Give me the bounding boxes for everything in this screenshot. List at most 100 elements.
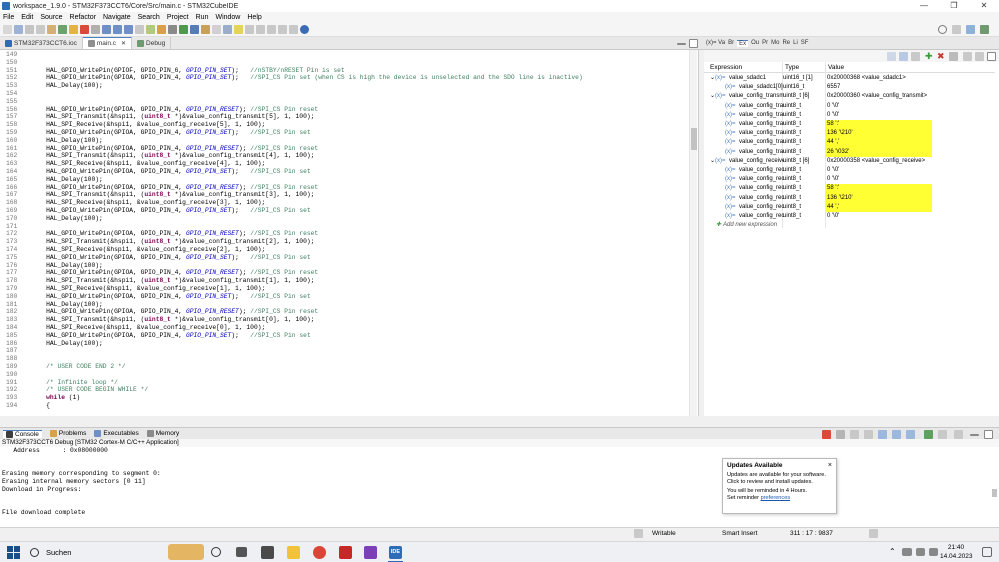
tab-problems[interactable]: Problems: [49, 430, 86, 437]
menu-run[interactable]: Run: [196, 14, 209, 21]
minimize-view-icon[interactable]: [975, 52, 984, 61]
expression-value[interactable]: 0x20000368 <value_sdadc1>: [826, 74, 986, 83]
expression-row[interactable]: (x)=value_config_transmit[3]uint8_t 136 '…: [704, 129, 995, 139]
expression-value[interactable]: 6557: [826, 83, 986, 92]
status-progress-icon[interactable]: [869, 529, 878, 538]
expression-row[interactable]: (x)= value_sdadc1[0] uint16_t 6557: [704, 83, 995, 92]
expression-row[interactable]: ⌄(x)= value_sdadc1 uint16_t [1] 0x20000368 …: [704, 74, 995, 83]
volume-icon[interactable]: [916, 548, 925, 556]
expression-row[interactable]: (x)=value_config_transmit[5]uint8_t 26 '\…: [704, 147, 995, 157]
console-clear-icon[interactable]: [850, 430, 859, 439]
expression-value[interactable]: 136 '\210': [826, 193, 932, 203]
code-editor[interactable]: 149 150 151 HAL_GPIO_WritePin(GPIOF, GPIO_…: [0, 50, 699, 416]
back-icon[interactable]: [267, 25, 276, 34]
tab-debug[interactable]: Debug: [132, 37, 172, 49]
tab-expressions[interactable]: Ex: [737, 39, 749, 47]
expression-row[interactable]: (x)=value_config_receive[4]uint8_t 44 ',': [704, 202, 995, 212]
expression-value[interactable]: 58 ':': [826, 184, 932, 194]
display-console-icon[interactable]: [924, 430, 933, 439]
tab-outline[interactable]: Ou: [751, 40, 759, 46]
maximize-button[interactable]: ❐: [939, 0, 969, 12]
expression-value[interactable]: 136 '\210': [826, 129, 932, 139]
instruction-step-icon[interactable]: [146, 25, 155, 34]
expression-row[interactable]: (x)=value_config_transmit[0]uint8_t 0 '\0…: [704, 102, 995, 111]
expression-row[interactable]: (x)=value_config_transmit[1]uint8_t 0 '\0…: [704, 111, 995, 120]
expression-row[interactable]: (x)=value_config_receive[5]uint8_t 0 '\0': [704, 212, 995, 221]
debug-icon[interactable]: [190, 25, 199, 34]
view-menu-icon[interactable]: [963, 52, 972, 61]
layout-icon[interactable]: [911, 52, 920, 61]
pin-console-icon[interactable]: [906, 430, 915, 439]
suspend-icon[interactable]: [69, 25, 78, 34]
notification-close-icon[interactable]: ×: [828, 462, 832, 469]
expression-row[interactable]: (x)=value_config_transmit[4]uint8_t 44 ',…: [704, 138, 995, 148]
expression-value[interactable]: 0 '\0': [826, 102, 986, 111]
tab-modules[interactable]: Mo: [771, 40, 779, 46]
console-output[interactable]: Address : 0x08000000 Erasing memory corre…: [0, 447, 999, 527]
menu-navigate[interactable]: Navigate: [103, 14, 131, 21]
taskbar-search-label[interactable]: Suchen: [46, 548, 71, 557]
tab-ioc[interactable]: STM32F373CCT6.ioc: [0, 37, 83, 49]
clock-time[interactable]: 21:40: [945, 544, 967, 551]
tab-registers[interactable]: Re: [782, 40, 790, 46]
editor-scrollbar[interactable]: [689, 50, 697, 416]
add-expression-icon[interactable]: ✚: [925, 52, 934, 61]
expression-value[interactable]: 44 ',': [826, 202, 932, 212]
open-console-icon[interactable]: [938, 430, 947, 439]
info-icon[interactable]: [300, 25, 309, 34]
editor-scrollbar-thumb[interactable]: [691, 128, 697, 150]
maximize-editor-icon[interactable]: [689, 39, 698, 48]
tab-variables[interactable]: (x)= Va: [706, 40, 725, 46]
show-type-icon[interactable]: [899, 52, 908, 61]
prev-annotation-icon[interactable]: [245, 25, 254, 34]
chevron-up-icon[interactable]: ⌃: [889, 547, 896, 556]
menu-edit[interactable]: Edit: [21, 14, 33, 21]
build-icon[interactable]: [47, 25, 56, 34]
tab-live-expressions[interactable]: Li: [793, 40, 798, 46]
tab-main-c[interactable]: main.c ✕: [82, 37, 133, 49]
expression-value[interactable]: 0x20000360 <value_config_transmit>: [826, 92, 986, 101]
notification-center-icon[interactable]: [982, 547, 992, 557]
menu-search[interactable]: Search: [138, 14, 160, 21]
console-remove-icon[interactable]: [836, 430, 845, 439]
new-icon[interactable]: [3, 25, 12, 34]
forward-icon[interactable]: [278, 25, 287, 34]
stm32cubeide-icon[interactable]: IDE: [389, 546, 402, 559]
step-return-icon[interactable]: [124, 25, 133, 34]
expression-row[interactable]: (x)=value_config_receive[3]uint8_t 136 '\…: [704, 193, 995, 203]
perspective-icon[interactable]: [952, 25, 961, 34]
windows-start-icon[interactable]: [7, 546, 20, 559]
show-console-icon[interactable]: [892, 430, 901, 439]
visual-studio-icon[interactable]: [364, 546, 377, 559]
minimize-button[interactable]: —: [909, 0, 939, 12]
file-explorer-icon[interactable]: [287, 546, 300, 559]
expression-row[interactable]: ⌄(x)= value_config_transmit uint8_t [6] 0x2…: [704, 92, 995, 101]
header-value[interactable]: Value: [828, 64, 844, 71]
tab-console[interactable]: Console: [3, 429, 42, 438]
expression-value[interactable]: 58 ':': [826, 120, 932, 130]
resume-icon[interactable]: [58, 25, 67, 34]
chrome-icon[interactable]: [313, 546, 326, 559]
console-terminate-icon[interactable]: [822, 430, 831, 439]
restart-icon[interactable]: [135, 25, 144, 34]
menu-refactor[interactable]: Refactor: [70, 14, 96, 21]
clock-date[interactable]: 14.04.2023: [940, 553, 973, 560]
widgets-icon[interactable]: [236, 547, 247, 557]
menu-window[interactable]: Window: [215, 14, 240, 21]
remove-all-icon[interactable]: [949, 52, 958, 61]
minimize-editor-icon[interactable]: [677, 43, 686, 45]
cpp-perspective-icon[interactable]: [966, 25, 975, 34]
notification-line2[interactable]: Click to review and install updates.: [727, 479, 832, 486]
expression-value[interactable]: 44 ',': [826, 138, 932, 148]
remove-expression-icon[interactable]: ✖: [937, 52, 946, 61]
preferences-link[interactable]: preferences: [761, 495, 791, 501]
step-over-icon[interactable]: [113, 25, 122, 34]
tab-breakpoints[interactable]: Br: [728, 40, 734, 46]
store-icon[interactable]: [261, 546, 274, 559]
task-view-icon[interactable]: [211, 547, 221, 557]
open-type-icon[interactable]: [212, 25, 221, 34]
acrobat-icon[interactable]: [339, 546, 352, 559]
expression-value[interactable]: 0x20000358 <value_config_receive>: [826, 157, 986, 166]
expression-row[interactable]: (x)=value_config_transmit[2]uint8_t 58 ':…: [704, 120, 995, 130]
expression-value[interactable]: 0 '\0': [826, 175, 986, 184]
